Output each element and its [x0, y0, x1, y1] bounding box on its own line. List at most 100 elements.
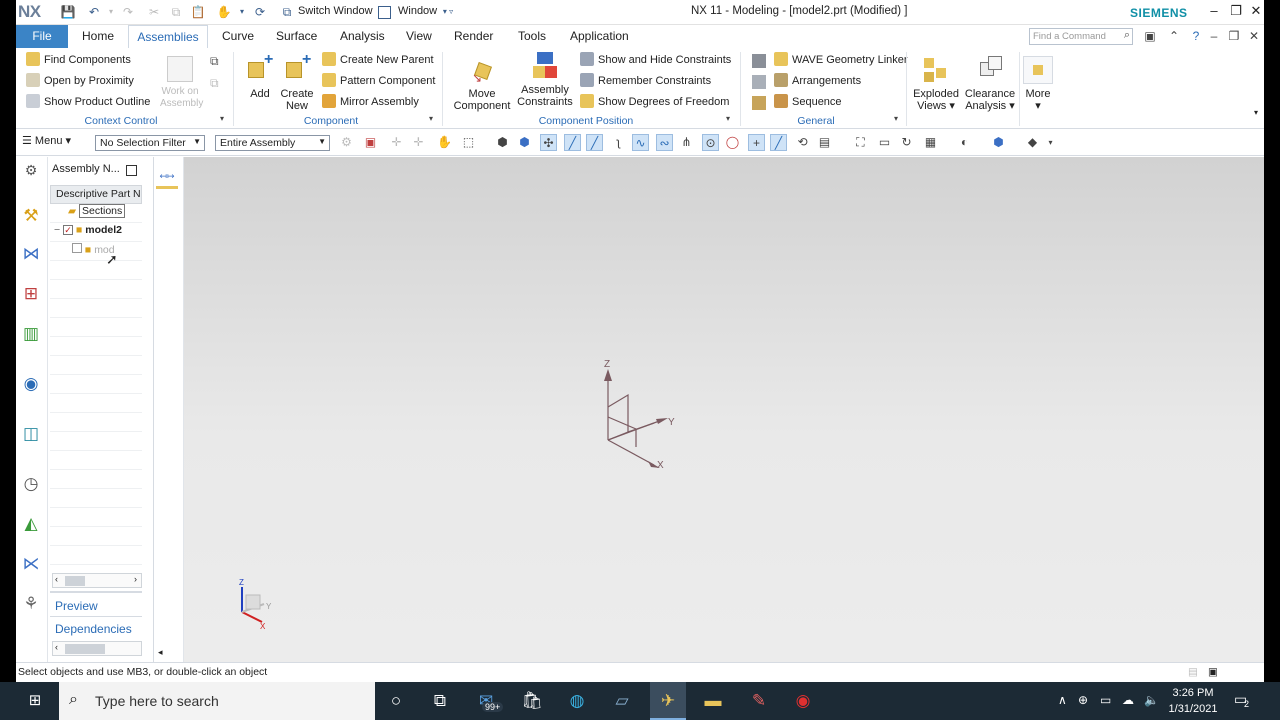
dimension-icon[interactable]: ↤↦: [156, 171, 178, 189]
selection-filter-select[interactable]: No Selection Filter ▼: [95, 135, 205, 151]
intersection-icon[interactable]: ⋔: [678, 134, 695, 151]
open-by-proximity-button[interactable]: Open by Proximity: [26, 73, 134, 91]
snap-icon[interactable]: ✣: [540, 134, 557, 151]
taskbar-search-input[interactable]: ⌕ Type here to search: [59, 682, 375, 720]
select-body-icon[interactable]: ✋: [436, 134, 453, 151]
remember-constraints-button[interactable]: Remember Constraints: [580, 73, 711, 91]
tree-horizontal-scrollbar[interactable]: ‹ ›: [52, 573, 142, 588]
taskbar-clock[interactable]: 3:26 PM 1/31/2021: [1168, 685, 1218, 717]
wave-icon[interactable]: ∾: [656, 134, 673, 151]
select-feature-icon[interactable]: ✛: [410, 134, 427, 151]
minimize-button[interactable]: –: [1204, 3, 1224, 21]
show-dof-button[interactable]: Show Degrees of Freedom: [580, 94, 729, 112]
restore-button[interactable]: ❐: [1226, 3, 1246, 21]
show-hide-constraints-button[interactable]: Show and Hide Constraints: [580, 52, 731, 70]
volume-icon[interactable]: 🔈: [1144, 693, 1159, 707]
more-button[interactable]: More ▾: [1022, 56, 1054, 112]
clearance-analysis-button[interactable]: Clearance Analysis ▾: [964, 56, 1016, 112]
tab-view[interactable]: View: [398, 25, 440, 48]
graphics-viewport[interactable]: Z Y X Z Y X: [184, 157, 1264, 662]
command-search-input[interactable]: Find a Command ⌕: [1029, 28, 1133, 45]
selection-scope-select[interactable]: Entire Assembly ▼: [215, 135, 330, 151]
point-icon[interactable]: +: [748, 134, 765, 151]
edge-icon[interactable]: ◍: [564, 688, 590, 714]
file-explorer-icon[interactable]: ▬: [700, 688, 726, 714]
midpoint-icon[interactable]: ╱: [586, 134, 603, 151]
windows-start-icon[interactable]: ⊞: [22, 688, 48, 714]
touch-mode-icon[interactable]: ✋: [216, 4, 232, 20]
paste-icon[interactable]: 📋: [190, 4, 206, 20]
assembly-navigator-icon[interactable]: ⚒: [20, 205, 42, 227]
rectangle-select-icon[interactable]: ⬚: [460, 134, 477, 151]
add-component-button[interactable]: + Add: [244, 52, 276, 100]
ribbon-expand-icon[interactable]: ▾: [1254, 108, 1258, 117]
reuse-library-icon[interactable]: ▥: [20, 323, 42, 345]
create-new-button[interactable]: + Create New: [278, 52, 316, 113]
select-point-icon[interactable]: ✛: [388, 134, 405, 151]
collapse-arrow-icon[interactable]: ◂: [158, 647, 163, 658]
part-restore-button[interactable]: ❐: [1226, 29, 1242, 45]
undo-dropdown-icon[interactable]: ▾: [106, 4, 116, 20]
tab-file[interactable]: File: [16, 25, 68, 48]
repeat-command-icon[interactable]: ⟳: [252, 4, 268, 20]
redo-icon[interactable]: ↷: [120, 4, 136, 20]
face-icon[interactable]: ⬢: [516, 134, 533, 151]
process-studio-icon[interactable]: ⋉: [20, 553, 42, 575]
center-icon[interactable]: ⊙: [702, 134, 719, 151]
sequence-button[interactable]: Sequence: [774, 94, 842, 112]
book-icon[interactable]: ▤: [816, 134, 833, 151]
status-icon[interactable]: ▤: [1188, 666, 1198, 678]
window-menu-button[interactable]: Window: [398, 5, 437, 17]
mirror-assembly-button[interactable]: Mirror Assembly: [322, 94, 419, 112]
tangent-icon[interactable]: ╱: [770, 134, 787, 151]
scroll-right-icon[interactable]: ›: [134, 574, 137, 584]
filter-icon[interactable]: ⚙: [338, 134, 355, 151]
find-components-button[interactable]: Find Components: [26, 52, 131, 70]
wave-geometry-linker-button[interactable]: WAVE Geometry Linker: [774, 52, 908, 70]
part-minimize-button[interactable]: –: [1206, 29, 1222, 45]
layout-icon[interactable]: ▦: [922, 134, 939, 151]
component-dropdown-icon[interactable]: ▾: [429, 114, 433, 123]
paint-icon[interactable]: ✎: [746, 688, 772, 714]
checkbox-unchecked-icon[interactable]: [72, 243, 82, 253]
tab-application[interactable]: Application: [562, 25, 637, 48]
general-tool2-icon[interactable]: [752, 75, 766, 89]
move-component-button[interactable]: ↘ Move Component: [450, 56, 514, 112]
create-new-parent-button[interactable]: Create New Parent: [322, 52, 434, 70]
onedrive-icon[interactable]: ☁: [1122, 693, 1134, 707]
zoom-icon[interactable]: ▭: [876, 134, 893, 151]
copy-icon[interactable]: ⧉: [168, 4, 184, 20]
cut-icon[interactable]: ✂: [146, 4, 162, 20]
general-tool3-icon[interactable]: [752, 96, 766, 110]
dependencies-link[interactable]: Dependencies: [55, 622, 132, 636]
tree-item-model2[interactable]: − ✓ ■ model2: [54, 224, 122, 236]
tab-assemblies[interactable]: Assemblies: [128, 25, 208, 48]
close-button[interactable]: ✕: [1246, 3, 1264, 21]
assembly-constraints-button[interactable]: Assembly Constraints: [516, 52, 574, 108]
network-globe-icon[interactable]: ⊕: [1078, 693, 1088, 707]
tray-overflow-icon[interactable]: ∧: [1058, 693, 1067, 707]
fullscreen-icon[interactable]: ▣: [1208, 666, 1218, 678]
scroll-thumb[interactable]: [65, 644, 105, 654]
general-tool-icon[interactable]: [752, 54, 766, 68]
checkbox-checked-icon[interactable]: ✓: [63, 225, 74, 235]
undo-icon[interactable]: ↶: [86, 4, 102, 20]
context-extra2-icon[interactable]: ⧉: [210, 76, 219, 91]
constraint-navigator-icon[interactable]: ⋈: [20, 243, 42, 265]
context-control-dropdown-icon[interactable]: ▾: [220, 114, 224, 123]
scroll-left-icon[interactable]: ‹: [55, 574, 58, 584]
tab-home[interactable]: Home: [74, 25, 122, 48]
switch-window-button[interactable]: Switch Window: [298, 5, 373, 17]
menu-button[interactable]: ☰ Menu ▾: [22, 134, 71, 147]
help-icon[interactable]: ?: [1188, 29, 1204, 45]
window-icon[interactable]: [378, 6, 391, 19]
tab-surface[interactable]: Surface: [268, 25, 325, 48]
nx-taskbar-icon[interactable]: ✈: [650, 682, 686, 720]
column-header[interactable]: Descriptive Part N: [50, 185, 142, 204]
refresh-icon[interactable]: ↻: [898, 134, 915, 151]
work-on-assembly-button[interactable]: Work on Assembly: [160, 56, 203, 110]
solid-body-icon[interactable]: ⬢: [494, 134, 511, 151]
line-snap-icon[interactable]: ╱: [564, 134, 581, 151]
part-close-button[interactable]: ✕: [1246, 29, 1262, 45]
toolbar-overflow-icon[interactable]: ▾: [1042, 134, 1059, 151]
